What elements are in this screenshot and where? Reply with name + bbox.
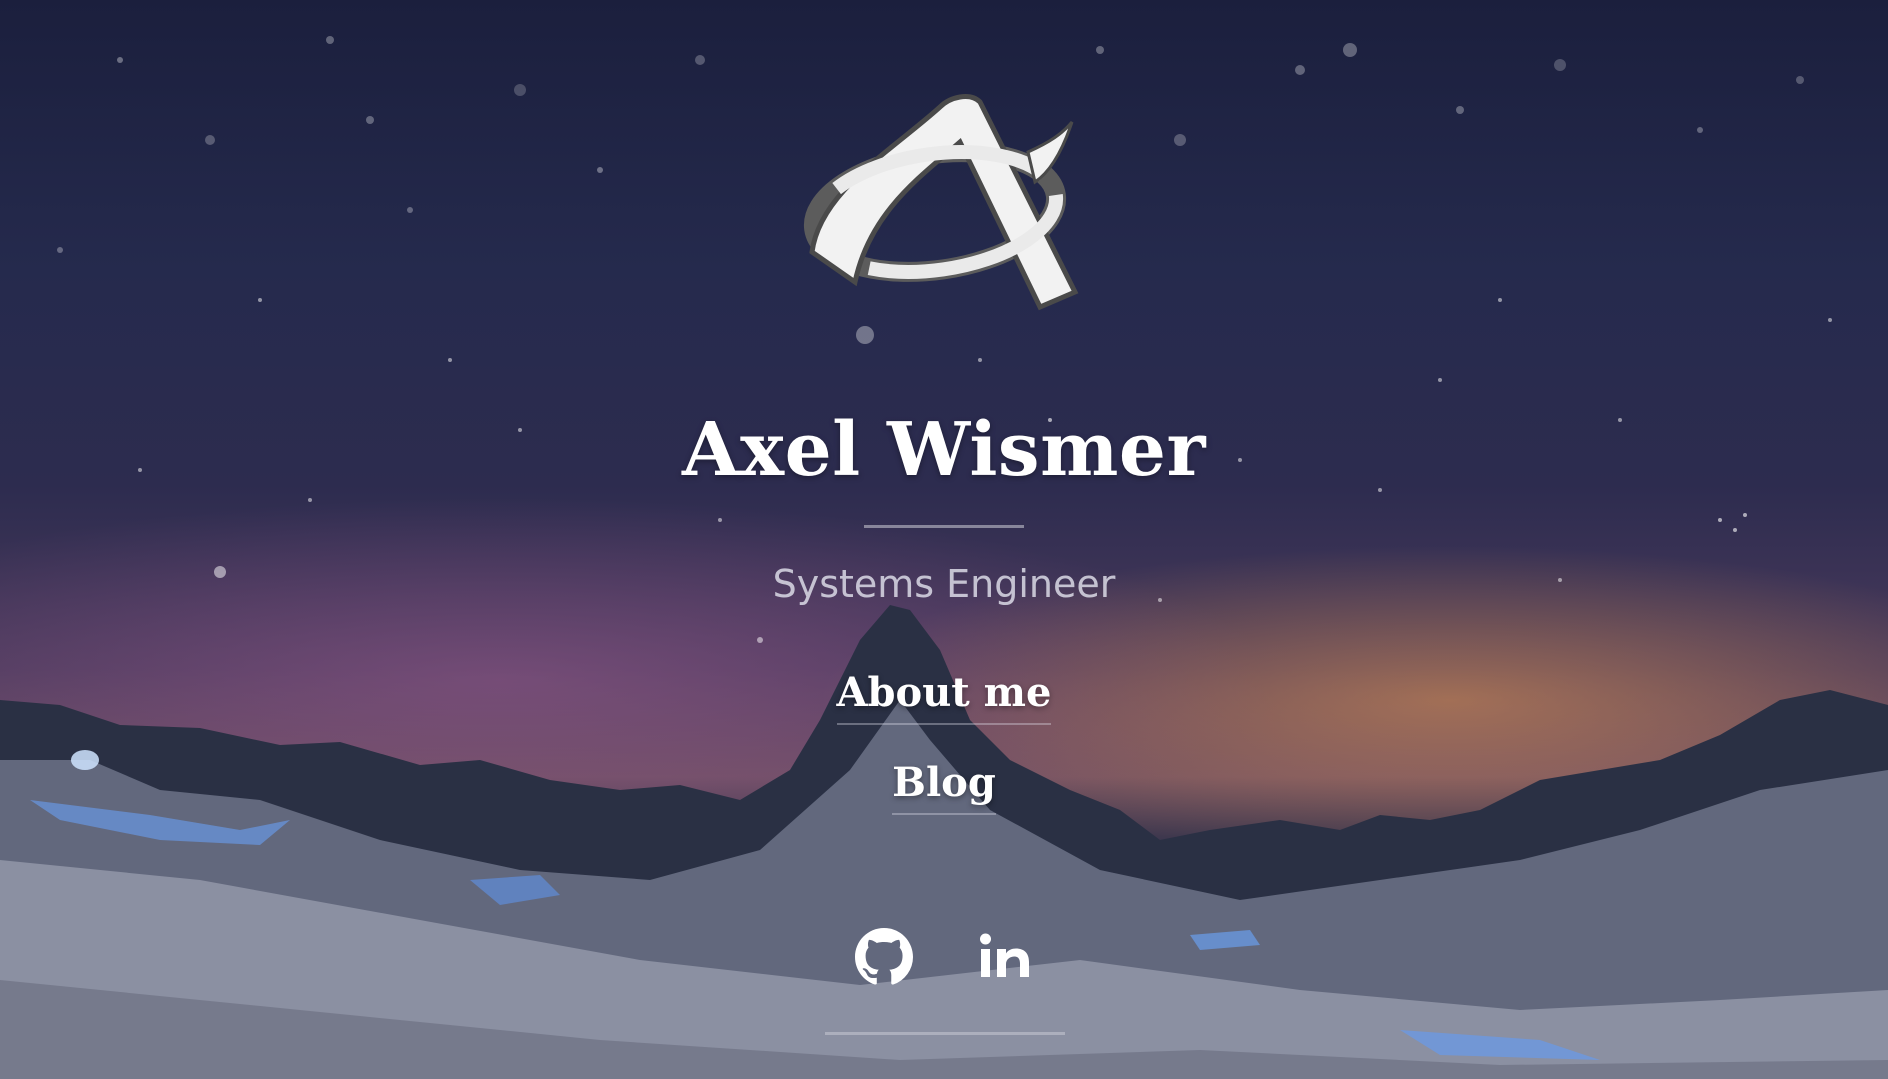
footer-divider [825, 1032, 1065, 1035]
landing-page: Axel Wismer Systems Engineer About me Bl… [0, 0, 1888, 1079]
linkedin-icon [980, 933, 1029, 977]
nav-link-about-me[interactable]: About me [0, 665, 1888, 725]
github-icon [855, 928, 913, 985]
nav-link-about-me-label: About me [836, 665, 1052, 725]
profile-title: Systems Engineer [772, 562, 1116, 606]
profile-name: Axel Wismer [682, 407, 1206, 493]
github-link[interactable] [852, 925, 916, 989]
nav-link-blog-label: Blog [892, 755, 996, 815]
title-divider [864, 525, 1024, 528]
axel-a-logo [803, 94, 1079, 311]
nav-link-blog[interactable]: Blog [0, 755, 1888, 815]
linkedin-link[interactable] [973, 925, 1037, 989]
